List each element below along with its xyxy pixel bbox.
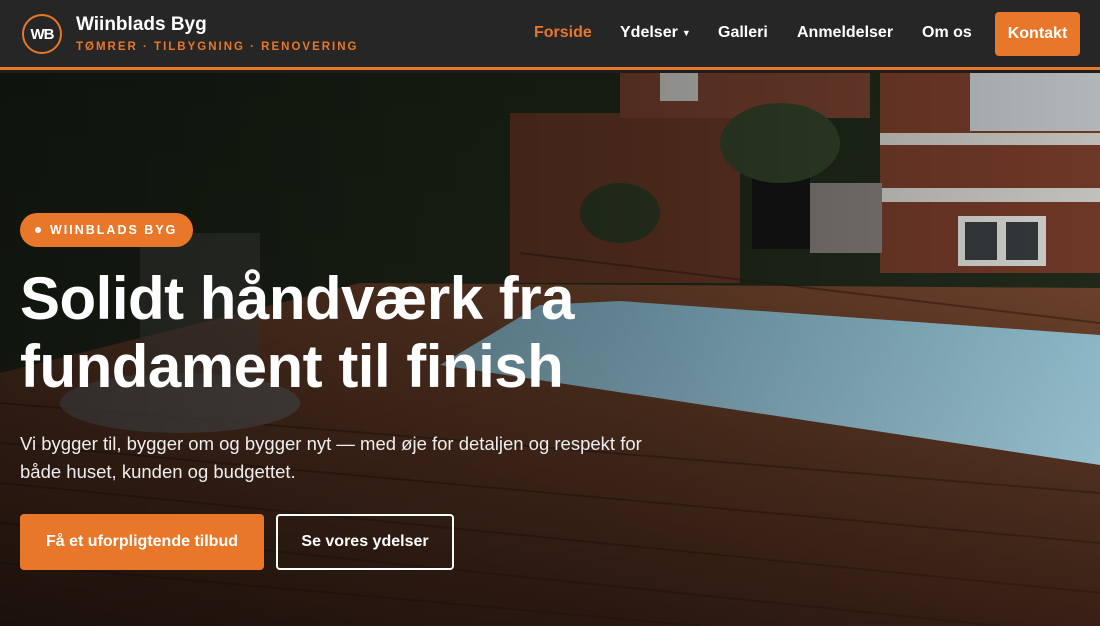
nav-item-galleri[interactable]: Galleri: [718, 24, 768, 42]
dot-icon: [35, 227, 41, 233]
see-services-button[interactable]: Se vores ydelser: [276, 514, 454, 570]
nav-item-om-os[interactable]: Om os: [922, 24, 972, 42]
logo-icon[interactable]: WB: [22, 14, 62, 54]
nav-item-anmeldelser[interactable]: Anmeldelser: [797, 24, 893, 42]
hero-subtext: Vi bygger til, bygger om og bygger nyt —…: [20, 433, 642, 482]
nav-label: Ydelser: [620, 24, 678, 41]
nav-label: Anmeldelser: [797, 24, 894, 41]
nav-label: Galleri: [718, 24, 768, 41]
brand-name[interactable]: Wiinblads Byg: [76, 14, 207, 36]
hero-section: WIINBLADS BYG Solidt håndværk fra fundam…: [0, 73, 1100, 626]
chevron-down-icon: ▼: [681, 27, 691, 38]
nav-item-ydelser[interactable]: Ydelser ▼: [620, 24, 691, 42]
brand-tagline: TØMRER · TILBYGNING · RENOVERING: [76, 41, 359, 53]
nav-label: Om os: [922, 24, 972, 41]
hero-headline: Solidt håndværk fra fundament til finish: [20, 265, 574, 400]
nav-label: Forside: [534, 24, 592, 41]
get-quote-button[interactable]: Få et uforpligtende tilbud: [20, 514, 264, 570]
contact-button[interactable]: Kontakt: [995, 12, 1080, 56]
hero-badge: WIINBLADS BYG: [20, 213, 194, 247]
site-header: WB Wiinblads Byg TØMRER · TILBYGNING · R…: [0, 0, 1100, 70]
nav-item-forside[interactable]: Forside: [534, 24, 592, 42]
badge-label: WIINBLADS BYG: [50, 223, 178, 237]
